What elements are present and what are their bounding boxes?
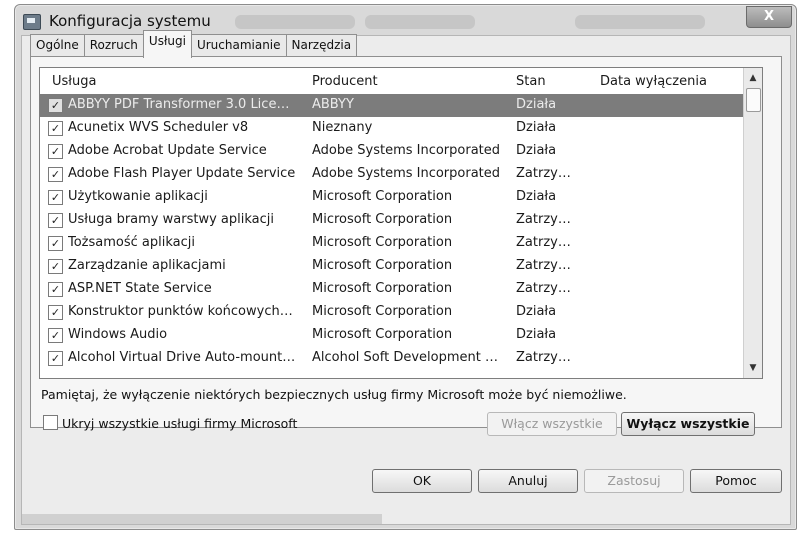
blurred-background: [575, 15, 705, 29]
services-tab-panel: Usługa Producent Stan Data wyłączenia ✓ A…: [30, 56, 782, 436]
service-row[interactable]: ✓ Tożsamość aplikacji Microsoft Corporatio…: [40, 232, 762, 255]
service-name: ABBYY PDF Transformer 3.0 Lice…: [68, 97, 290, 112]
service-vendor: Adobe Systems Incorporated: [312, 166, 501, 181]
service-status: Działa: [516, 304, 557, 319]
service-row[interactable]: ✓ Acunetix WVS Scheduler v8 Nieznany Działa: [40, 117, 762, 140]
blurred-background: [22, 514, 382, 524]
service-row[interactable]: ✓ Alcohol Virtual Drive Auto-mount… Alcoho…: [40, 347, 762, 370]
service-checkbox[interactable]: ✓: [48, 121, 63, 136]
column-header-service[interactable]: Usługa: [52, 74, 96, 89]
service-vendor: Alcohol Soft Development …: [312, 350, 498, 365]
service-vendor: Microsoft Corporation: [312, 281, 453, 296]
service-row[interactable]: ✓ Zarządzanie aplikacjami Microsoft Corpor…: [40, 255, 762, 278]
checkbox-box[interactable]: [43, 415, 58, 430]
service-name: Użytkowanie aplikacji: [68, 189, 208, 204]
service-status: Działa: [516, 120, 557, 135]
service-row[interactable]: ✓ Konstruktor punktów końcowych… Microsoft…: [40, 301, 762, 324]
service-status: Zatrzy…: [516, 235, 571, 250]
ok-button[interactable]: OK: [372, 469, 472, 493]
tab-strip: Ogólne Rozruch Usługi Uruchamianie Narzę…: [30, 30, 358, 58]
service-name: Konstruktor punktów końcowych…: [68, 304, 293, 319]
service-row[interactable]: ✓ Użytkowanie aplikacji Microsoft Corporat…: [40, 186, 762, 209]
blurred-background: [235, 15, 355, 29]
close-button[interactable]: X: [746, 6, 792, 28]
service-checkbox[interactable]: ✓: [48, 282, 63, 297]
service-vendor: Microsoft Corporation: [312, 258, 453, 273]
service-vendor: Microsoft Corporation: [312, 212, 453, 227]
scroll-down-arrow-icon[interactable]: ▼: [744, 360, 762, 376]
window-title: Konfiguracja systemu: [49, 12, 211, 30]
service-name: Adobe Flash Player Update Service: [68, 166, 296, 181]
service-row[interactable]: ✓ Adobe Flash Player Update Service Adobe …: [40, 163, 762, 186]
service-status: Działa: [516, 143, 557, 158]
column-header-vendor[interactable]: Producent: [312, 74, 378, 89]
service-vendor: Microsoft Corporation: [312, 304, 453, 319]
service-checkbox[interactable]: ✓: [48, 213, 63, 228]
service-name: Alcohol Virtual Drive Auto-mount…: [68, 350, 296, 365]
service-name: Tożsamość aplikacji: [68, 235, 195, 250]
service-status: Zatrzy…: [516, 281, 571, 296]
cancel-button[interactable]: Anuluj: [478, 469, 578, 493]
service-checkbox[interactable]: ✓: [48, 167, 63, 182]
service-row[interactable]: ✓ Windows Audio Microsoft Corporation Dział…: [40, 324, 762, 347]
apply-button[interactable]: Zastosuj: [584, 469, 684, 493]
microsoft-services-note: Pamiętaj, że wyłączenie niektórych bezpi…: [41, 387, 627, 402]
service-status: Zatrzy…: [516, 350, 571, 365]
hide-microsoft-services-label: Ukryj wszystkie usługi firmy Microsoft: [62, 416, 298, 431]
service-name: Adobe Acrobat Update Service: [68, 143, 267, 158]
msconfig-app-icon: [23, 14, 41, 30]
service-row[interactable]: ✓ Usługa bramy warstwy aplikacji Microsoft…: [40, 209, 762, 232]
service-checkbox[interactable]: ✓: [48, 98, 63, 113]
service-name: Acunetix WVS Scheduler v8: [68, 120, 249, 135]
system-configuration-window: Konfiguracja systemu X Ogólne Rozruch Us…: [14, 4, 797, 530]
service-vendor: Microsoft Corporation: [312, 327, 453, 342]
service-status: Zatrzy…: [516, 212, 571, 227]
service-name: ASP.NET State Service: [68, 281, 212, 296]
dialog-client-area: Ogólne Rozruch Usługi Uruchamianie Narzę…: [21, 30, 791, 525]
service-checkbox[interactable]: ✓: [48, 236, 63, 251]
tab-startup[interactable]: Uruchamianie: [190, 34, 287, 57]
services-vertical-scrollbar[interactable]: ▲ ▼: [743, 68, 762, 378]
scroll-up-arrow-icon[interactable]: ▲: [744, 70, 762, 86]
service-checkbox[interactable]: ✓: [48, 190, 63, 205]
service-checkbox[interactable]: ✓: [48, 144, 63, 159]
service-vendor: Adobe Systems Incorporated: [312, 143, 501, 158]
service-status: Działa: [516, 327, 557, 342]
service-status: Zatrzy…: [516, 258, 571, 273]
column-header-disabled-date[interactable]: Data wyłączenia: [600, 74, 707, 89]
service-name: Zarządzanie aplikacjami: [68, 258, 226, 273]
service-checkbox[interactable]: ✓: [48, 305, 63, 320]
blurred-background: [365, 15, 475, 29]
service-vendor: ABBYY: [312, 97, 354, 112]
service-checkbox[interactable]: ✓: [48, 328, 63, 343]
service-row[interactable]: ✓ ASP.NET State Service Microsoft Corporat…: [40, 278, 762, 301]
column-header-status[interactable]: Stan: [516, 74, 546, 89]
tab-tools[interactable]: Narzędzia: [285, 34, 358, 57]
service-row[interactable]: ✓ ABBYY PDF Transformer 3.0 Lice… ABBYY Dzi…: [40, 94, 762, 117]
service-vendor: Nieznany: [312, 120, 373, 135]
services-list-header: Usługa Producent Stan Data wyłączenia: [40, 68, 762, 94]
scrollbar-thumb[interactable]: [746, 88, 761, 112]
service-vendor: Microsoft Corporation: [312, 189, 453, 204]
service-name: Usługa bramy warstwy aplikacji: [68, 212, 274, 227]
tab-boot[interactable]: Rozruch: [83, 34, 144, 57]
hide-microsoft-services-checkbox[interactable]: Ukryj wszystkie usługi firmy Microsoft: [43, 415, 297, 431]
service-checkbox[interactable]: ✓: [48, 351, 63, 366]
help-button[interactable]: Pomoc: [690, 469, 782, 493]
service-status: Działa: [516, 97, 557, 112]
enable-all-button[interactable]: Włącz wszystkie: [487, 412, 617, 436]
tab-services[interactable]: Usługi: [142, 30, 192, 58]
service-row[interactable]: ✓ Adobe Acrobat Update Service Adobe Syste…: [40, 140, 762, 163]
service-status: Działa: [516, 189, 557, 204]
disable-all-button[interactable]: Wyłącz wszystkie: [621, 412, 755, 436]
service-vendor: Microsoft Corporation: [312, 235, 453, 250]
service-checkbox[interactable]: ✓: [48, 259, 63, 274]
service-status: Zatrzy…: [516, 166, 571, 181]
services-list[interactable]: Usługa Producent Stan Data wyłączenia ✓ A…: [39, 67, 763, 379]
service-name: Windows Audio: [68, 327, 168, 342]
tab-general[interactable]: Ogólne: [30, 34, 85, 57]
